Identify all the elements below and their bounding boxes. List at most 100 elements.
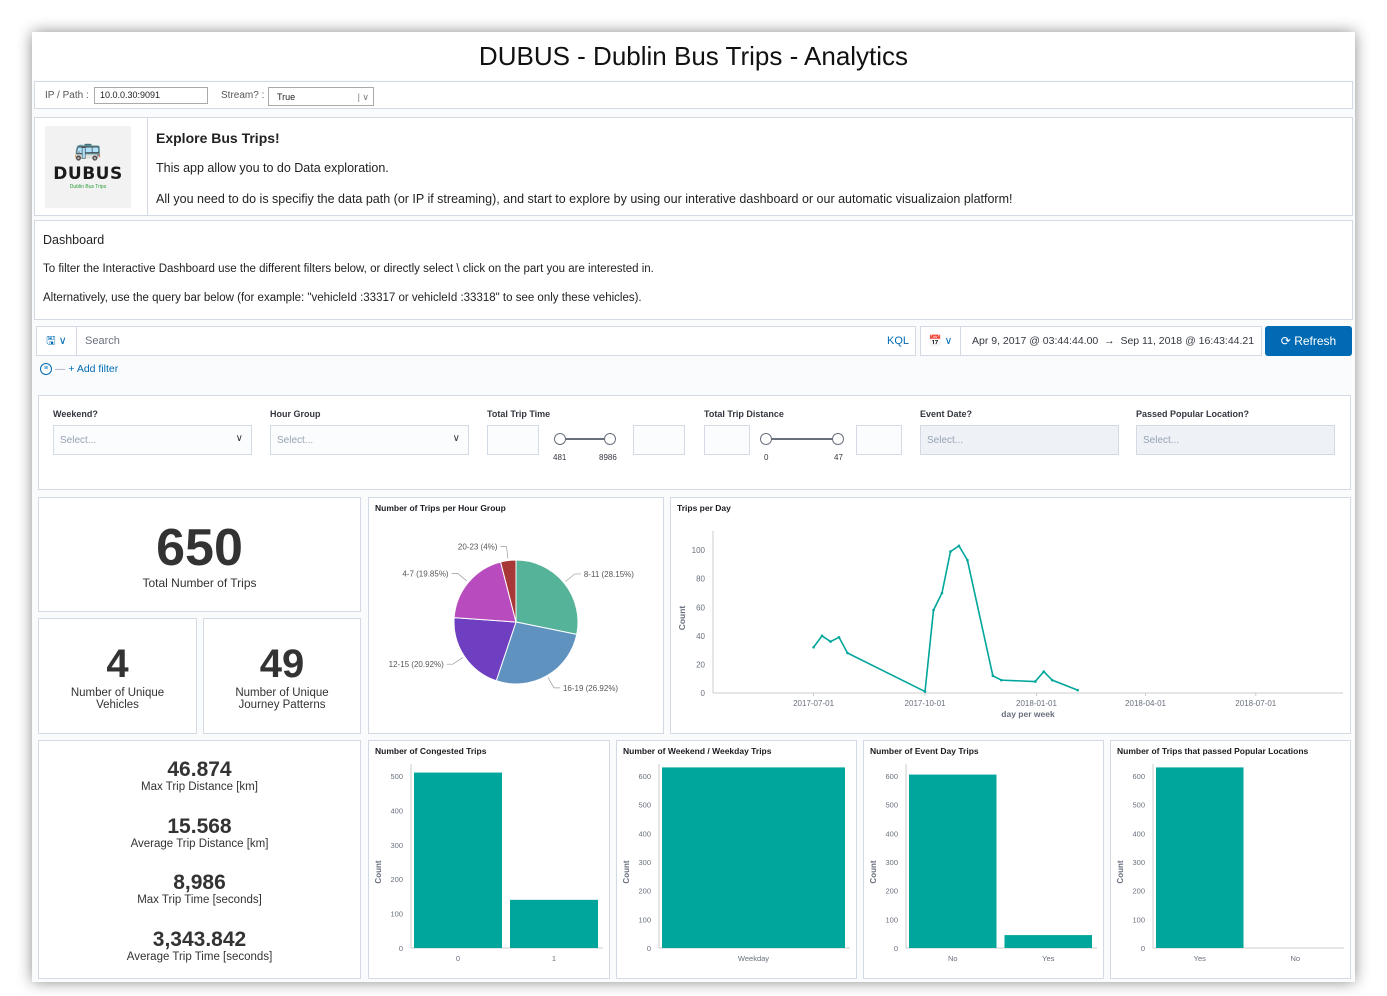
- date-from[interactable]: Apr 9, 2017 @ 03:44:44.00: [972, 335, 1098, 347]
- line-point[interactable]: [940, 591, 944, 595]
- arrow-right-icon: →: [1104, 335, 1115, 347]
- bus-icon: 🚌: [74, 136, 102, 161]
- range-track: [766, 438, 838, 440]
- y-tick-label: 300: [390, 841, 403, 850]
- x-tick-label: 2018-07-01: [1235, 699, 1276, 708]
- bar[interactable]: [510, 899, 598, 948]
- kql-toggle[interactable]: KQL: [887, 335, 909, 347]
- line-point[interactable]: [837, 635, 841, 639]
- trip-stats-panel[interactable]: 46.874 Max Trip Distance [km] 15.568 Ave…: [38, 740, 361, 979]
- y-tick-label: 200: [885, 887, 898, 896]
- dubus-logo: 🚌 DUBUS Dublin Bus Trips: [45, 126, 131, 208]
- pie-leader-line: [565, 573, 581, 582]
- add-filter-link[interactable]: + Add filter: [68, 363, 118, 375]
- intro-heading: Explore Bus Trips!: [156, 130, 280, 146]
- x-tick-label: Yes: [1042, 954, 1054, 963]
- bar-chart-panel[interactable]: Number of Trips that passed Popular Loca…: [1110, 740, 1351, 979]
- chart-title: Number of Weekend / Weekday Trips: [623, 746, 772, 756]
- trips-line: [812, 544, 1078, 693]
- y-axis-label: Count: [622, 860, 631, 883]
- trip-distance-max-input[interactable]: [856, 425, 902, 455]
- weekend-select[interactable]: Select... ∨: [53, 425, 252, 455]
- range-thumb-min[interactable]: [554, 433, 566, 445]
- refresh-button[interactable]: ⟳ Refresh: [1265, 326, 1352, 356]
- hour-group-pie-chart[interactable]: 8-11 (28.15%) 16-19 (26.92%) 12-15 (20.92%…: [369, 498, 663, 733]
- trips-per-day-line-chart[interactable]: 0 20 40 60 80 100 2017-07-01 2017-10-01 2018-01-…: [671, 498, 1350, 733]
- y-axis-label: Count: [677, 606, 687, 631]
- intro-panel: 🚌 DUBUS Dublin Bus Trips Explore Bus Tri…: [34, 117, 1353, 216]
- bar[interactable]: [1004, 935, 1093, 948]
- popular-location-select[interactable]: Select...: [1136, 425, 1335, 455]
- event-date-select[interactable]: Select...: [920, 425, 1119, 455]
- ip-path-input[interactable]: 10.0.0.30:9091: [94, 87, 208, 104]
- line-point[interactable]: [923, 690, 927, 693]
- line-point[interactable]: [820, 634, 824, 638]
- range-tick: 47: [834, 453, 843, 462]
- chevron-down-icon: ∨: [235, 433, 243, 444]
- calendar-icon[interactable]: 📅 ∨: [921, 327, 961, 355]
- weekend-weekday-bar-chart[interactable]: 0 100 200 300 400 500 600 Count Weekday: [617, 741, 856, 978]
- date-picker[interactable]: 📅 ∨ Apr 9, 2017 @ 03:44:44.00 → Sep 11, …: [920, 326, 1262, 356]
- line-point[interactable]: [949, 550, 952, 553]
- stream-select[interactable]: True | ∨: [268, 87, 374, 106]
- congested-trips-bar-chart[interactable]: 0 100 200 300 400 500 Count 0 1: [369, 741, 609, 978]
- range-thumb-min[interactable]: [760, 433, 772, 445]
- saved-query-button[interactable]: 🖫 ∨: [37, 327, 77, 355]
- y-tick-label: 400: [638, 829, 651, 838]
- y-tick-label: 100: [692, 546, 706, 555]
- pie-label: 16-19 (26.92%): [563, 684, 618, 693]
- line-point[interactable]: [1042, 670, 1046, 673]
- hour-group-select[interactable]: Select... ∨: [270, 425, 469, 455]
- date-range[interactable]: Apr 9, 2017 @ 03:44:44.00 → Sep 11, 2018…: [972, 335, 1254, 347]
- pie-label: 8-11 (28.15%): [584, 570, 634, 579]
- bar[interactable]: [662, 767, 845, 948]
- trip-time-control: Total Trip Time 481 8986: [487, 409, 687, 462]
- y-tick-label: 500: [390, 772, 403, 781]
- line-point[interactable]: [1076, 688, 1079, 692]
- filter-icon[interactable]: ≡: [40, 363, 52, 376]
- trip-distance-control: Total Trip Distance 0 47: [704, 409, 904, 462]
- range-thumb-max[interactable]: [832, 433, 844, 445]
- trip-distance-min-input[interactable]: [704, 425, 750, 455]
- dashboard-line: To filter the Interactive Dashboard use …: [43, 263, 654, 275]
- date-to[interactable]: Sep 11, 2018 @ 16:43:44.21: [1120, 335, 1254, 347]
- y-tick-label: 0: [701, 689, 706, 698]
- trip-time-min-input[interactable]: [487, 425, 539, 455]
- pie-slice[interactable]: [515, 559, 579, 635]
- x-tick-label: 0: [456, 954, 460, 963]
- line-point[interactable]: [846, 651, 849, 655]
- line-point[interactable]: [812, 645, 815, 649]
- line-point[interactable]: [829, 640, 832, 643]
- chevron-down-icon: | ∨: [357, 92, 369, 102]
- y-tick-label: 0: [647, 944, 651, 953]
- popular-location-control: Passed Popular Location? Select...: [1136, 409, 1335, 455]
- search-input[interactable]: Search: [85, 335, 120, 347]
- unique-patterns-panel[interactable]: 49 Number of Unique Journey Patterns: [203, 618, 361, 734]
- line-chart-panel[interactable]: Trips per Day 0 20 40 60 80 100 2017-07-01 2017…: [670, 497, 1351, 734]
- total-trips-panel[interactable]: 650 Total Number of Trips: [38, 497, 361, 612]
- line-point[interactable]: [1050, 678, 1054, 682]
- chart-title: Number of Trips that passed Popular Loca…: [1117, 746, 1309, 756]
- event-day-bar-chart[interactable]: 0 100 200 300 400 500 600 Count No Yes: [864, 741, 1103, 978]
- line-point[interactable]: [991, 674, 995, 678]
- trip-time-max-input[interactable]: [633, 425, 685, 455]
- controls-panel: Weekend? Select... ∨ Hour Group Select..…: [38, 395, 1351, 490]
- y-tick-label: 200: [390, 875, 403, 884]
- app-title: DUBUS - Dublin Bus Trips - Analytics: [32, 32, 1355, 80]
- bar-chart-panel[interactable]: Number of Event Day Trips 0 100 200 300 400 5…: [863, 740, 1104, 979]
- popular-locations-bar-chart[interactable]: 0 100 200 300 400 500 600 Count Yes No: [1111, 741, 1350, 978]
- range-thumb-max[interactable]: [604, 433, 616, 445]
- bar-chart-panel[interactable]: Number of Weekend / Weekday Trips 0 100 20…: [616, 740, 857, 979]
- line-point[interactable]: [932, 608, 935, 612]
- bar-chart-panel[interactable]: Number of Congested Trips 0 100 200 300 400 5…: [368, 740, 610, 979]
- line-point[interactable]: [1000, 678, 1003, 682]
- bar[interactable]: [1156, 767, 1244, 948]
- line-point[interactable]: [966, 558, 969, 562]
- bar[interactable]: [414, 772, 502, 948]
- line-point[interactable]: [957, 544, 961, 548]
- pie-chart-panel[interactable]: Number of Trips per Hour Group 8-11 (28.…: [368, 497, 664, 734]
- refresh-icon: ⟳: [1280, 334, 1291, 348]
- bar[interactable]: [909, 774, 997, 948]
- unique-vehicles-panel[interactable]: 4 Number of Unique Vehicles: [38, 618, 197, 734]
- line-point[interactable]: [1033, 680, 1037, 683]
